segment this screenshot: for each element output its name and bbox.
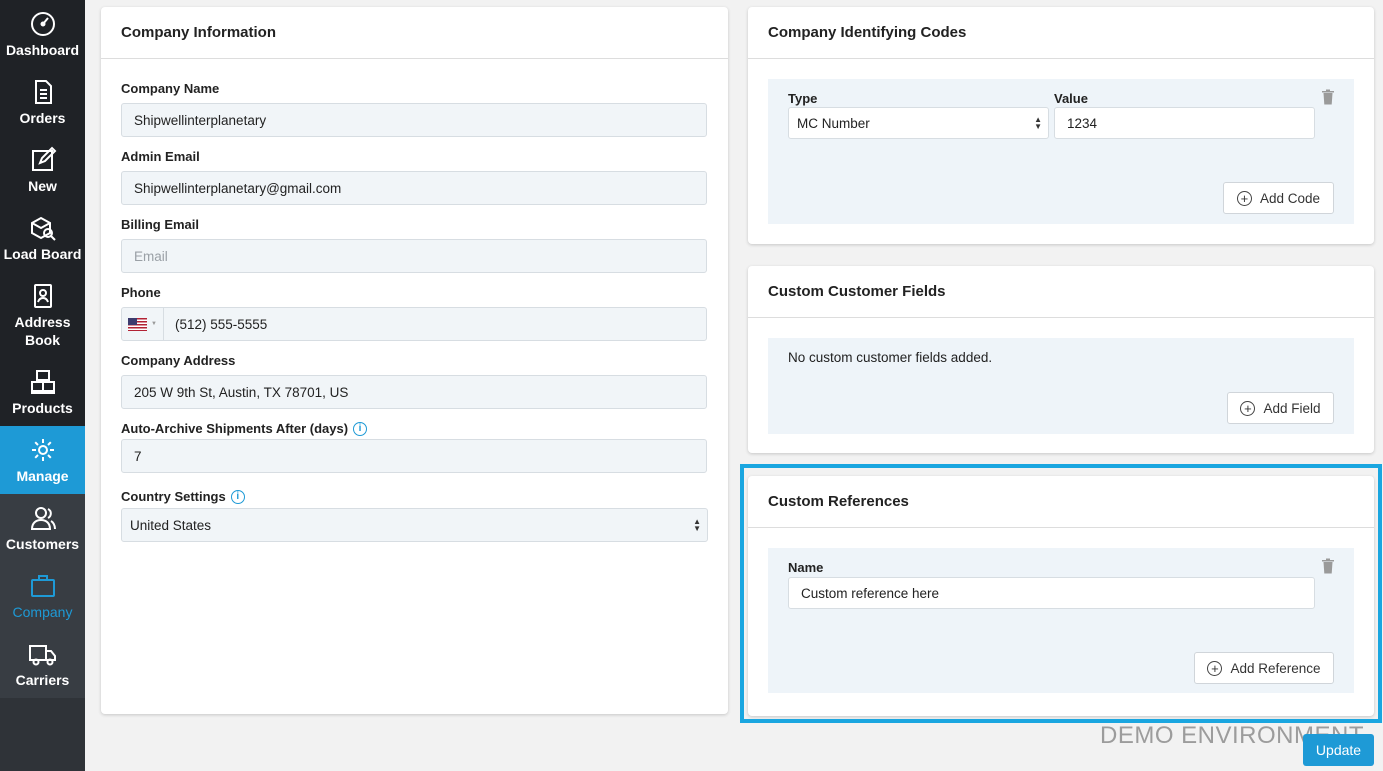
code-type-value: MC Number: [797, 115, 870, 131]
phone-label: Phone: [121, 285, 161, 300]
country-flag-dropdown[interactable]: ▼: [122, 308, 164, 340]
add-code-button[interactable]: + Add Code: [1223, 182, 1334, 214]
update-button[interactable]: Update: [1303, 734, 1374, 766]
address-book-icon: [28, 281, 58, 311]
auto-archive-label: Auto-Archive Shipments After (days): [121, 421, 349, 436]
sidebar-item-load-board[interactable]: Load Board: [0, 204, 85, 272]
admin-email-label: Admin Email: [121, 149, 200, 164]
sidebar-item-company[interactable]: Company: [0, 562, 85, 630]
code-type-select[interactable]: MC Number ▲ ▼: [788, 107, 1049, 139]
sidebar-item-address-book[interactable]: Address Book: [0, 272, 85, 358]
country-settings-label-row: Country Settings i: [121, 489, 708, 504]
sidebar-item-label: Company: [12, 604, 73, 620]
auto-archive-input[interactable]: 7: [121, 439, 707, 473]
sidebar: Dashboard Orders New Load Board Address …: [0, 0, 85, 771]
sidebar-item-carriers[interactable]: Carriers: [0, 630, 85, 698]
company-name-input[interactable]: Shipwellinterplanetary: [121, 103, 707, 137]
company-address-input[interactable]: 205 W 9th St, Austin, TX 78701, US: [121, 375, 707, 409]
phone-input[interactable]: (512) 555-5555: [164, 317, 267, 332]
country-settings-label: Country Settings: [121, 489, 226, 504]
info-icon[interactable]: i: [353, 421, 368, 436]
company-identifying-codes-card: Company Identifying Codes Type MC Number…: [748, 7, 1374, 244]
phone-input-group: ▼ (512) 555-5555: [121, 307, 707, 341]
company-name-label: Company Name: [121, 81, 220, 96]
edit-icon: [28, 145, 58, 175]
sidebar-item-label: Address Book: [14, 314, 71, 348]
custom-fields-panel: No custom customer fields added. + Add F…: [768, 338, 1354, 434]
add-field-label: Add Field: [1263, 400, 1321, 416]
company-information-card: Company Information Company Name Shipwel…: [101, 7, 728, 714]
box-search-icon: [28, 213, 58, 243]
add-field-button[interactable]: + Add Field: [1227, 392, 1334, 424]
admin-email-input[interactable]: Shipwellinterplanetary@gmail.com: [121, 171, 707, 205]
boxes-icon: [28, 367, 58, 397]
value-label: Value: [1054, 91, 1088, 106]
sidebar-item-label: Load Board: [3, 246, 82, 262]
briefcase-icon: [28, 571, 58, 601]
billing-email-input[interactable]: Email: [121, 239, 707, 273]
sidebar-item-customers[interactable]: Customers: [0, 494, 85, 562]
sidebar-item-label: Manage: [16, 468, 69, 484]
select-arrows-icon: ▲ ▼: [693, 517, 701, 533]
sidebar-nav: Dashboard Orders New Load Board Address …: [0, 0, 85, 426]
sidebar-item-label: Carriers: [15, 672, 70, 688]
plus-circle-icon: +: [1236, 190, 1252, 206]
truck-icon: [28, 639, 58, 669]
sidebar-item-products[interactable]: Products: [0, 358, 85, 426]
sidebar-item-manage[interactable]: Manage: [0, 426, 85, 494]
speedometer-icon: [28, 9, 58, 39]
sidebar-item-orders[interactable]: Orders: [0, 68, 85, 136]
billing-email-label: Billing Email: [121, 217, 200, 232]
country-settings-value: United States: [130, 517, 212, 533]
sidebar-item-dashboard[interactable]: Dashboard: [0, 0, 85, 68]
sidebar-item-new[interactable]: New: [0, 136, 85, 204]
code-row-panel: Type MC Number ▲ ▼ Value 1234 + Add Code: [768, 79, 1354, 224]
sidebar-item-label: Customers: [5, 536, 80, 552]
users-icon: [28, 503, 58, 533]
sidebar-item-label: New: [28, 178, 57, 194]
company-address-label: Company Address: [121, 353, 236, 368]
plus-circle-icon: +: [1240, 400, 1256, 416]
highlight-outline: [740, 464, 1382, 723]
custom-customer-fields-card: Custom Customer Fields No custom custome…: [748, 266, 1374, 453]
sidebar-item-label: Products: [12, 400, 73, 416]
card-title: Company Information: [101, 7, 728, 59]
sidebar-item-label: Dashboard: [5, 42, 80, 58]
select-arrows-icon: ▲ ▼: [1034, 115, 1042, 131]
chevron-down-icon: ▼: [151, 321, 157, 327]
info-icon[interactable]: i: [230, 489, 245, 504]
gear-icon: [28, 435, 58, 465]
auto-archive-label-row: Auto-Archive Shipments After (days) i: [121, 421, 707, 436]
code-value-input[interactable]: 1234: [1054, 107, 1315, 139]
type-label: Type: [788, 91, 818, 106]
empty-state-text: No custom customer fields added.: [788, 350, 993, 365]
document-list-icon: [28, 77, 58, 107]
sidebar-item-label: Orders: [19, 110, 66, 126]
card-title: Custom Customer Fields: [748, 266, 1374, 318]
trash-icon[interactable]: [1321, 89, 1335, 105]
country-settings-select[interactable]: United States ▲ ▼: [121, 508, 708, 542]
add-code-label: Add Code: [1259, 190, 1321, 206]
us-flag-icon: [128, 317, 148, 331]
card-title: Company Identifying Codes: [748, 7, 1374, 59]
